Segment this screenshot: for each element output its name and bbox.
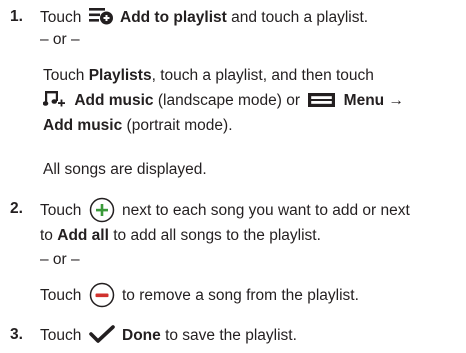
checkmark-icon <box>88 325 115 343</box>
songs-displayed-text: All songs are displayed. <box>43 161 207 178</box>
minus-circle-icon <box>89 282 115 308</box>
plus-circle-icon <box>89 197 115 223</box>
arrow-glyph: → <box>388 92 404 109</box>
step-3-line-1: Touch Done to save the playlist. <box>40 325 297 346</box>
remove-text: to remove a song from the playlist. <box>122 287 359 305</box>
step-1-line-3: Touch Playlists, touch a playlist, and t… <box>43 66 374 86</box>
or-separator-1: – or – <box>40 31 80 48</box>
touch-text: Touch <box>40 202 82 220</box>
and-touch-text: and touch a playlist. <box>231 9 369 26</box>
add-to-playlist-label: Add to playlist <box>120 9 227 26</box>
step-2-number: 2. <box>10 200 23 217</box>
step-2-line-4: Touch to remove a song from the playlist… <box>40 282 359 309</box>
next-each-text: next to each song you want to add or nex… <box>122 202 410 220</box>
step-1-line-5: Add music (portrait mode). <box>43 116 233 136</box>
done-label: Done <box>122 327 161 344</box>
add-all-label: Add all <box>57 227 109 244</box>
save-text: to save the playlist. <box>165 327 297 344</box>
playlist-add-icon <box>88 7 113 25</box>
step-1-number: 1. <box>10 8 23 25</box>
touch-text: Touch <box>40 9 82 26</box>
or-separator-2: – or – <box>40 251 80 268</box>
add-music-label: Add music <box>74 92 154 109</box>
step-2-line-1: Touch next to each song you want to add … <box>40 197 410 224</box>
landscape-text: (landscape mode) or <box>157 92 301 109</box>
step-1-line-1: Touch Add to playlist and touch a playli… <box>40 7 369 28</box>
music-add-icon <box>43 90 65 108</box>
to-add-all-text: to add all songs to the playlist. <box>113 227 321 244</box>
touch-text: Touch <box>40 287 82 305</box>
menu-label: Menu <box>343 92 385 109</box>
to-text: to <box>40 227 53 244</box>
touch-text: Touch <box>43 67 85 84</box>
step-2-line-2: to Add all to add all songs to the playl… <box>40 226 321 246</box>
touch-text: Touch <box>40 327 82 344</box>
rest-text: , touch a playlist, and then touch <box>151 67 374 84</box>
menu-icon <box>308 92 336 107</box>
step-1-line-4: Add music (landscape mode) or Menu → <box>43 90 404 111</box>
step-3-number: 3. <box>10 326 23 343</box>
add-music-label-2: Add music <box>43 117 123 134</box>
playlists-label: Playlists <box>88 67 152 84</box>
portrait-text: (portrait mode). <box>126 117 233 134</box>
